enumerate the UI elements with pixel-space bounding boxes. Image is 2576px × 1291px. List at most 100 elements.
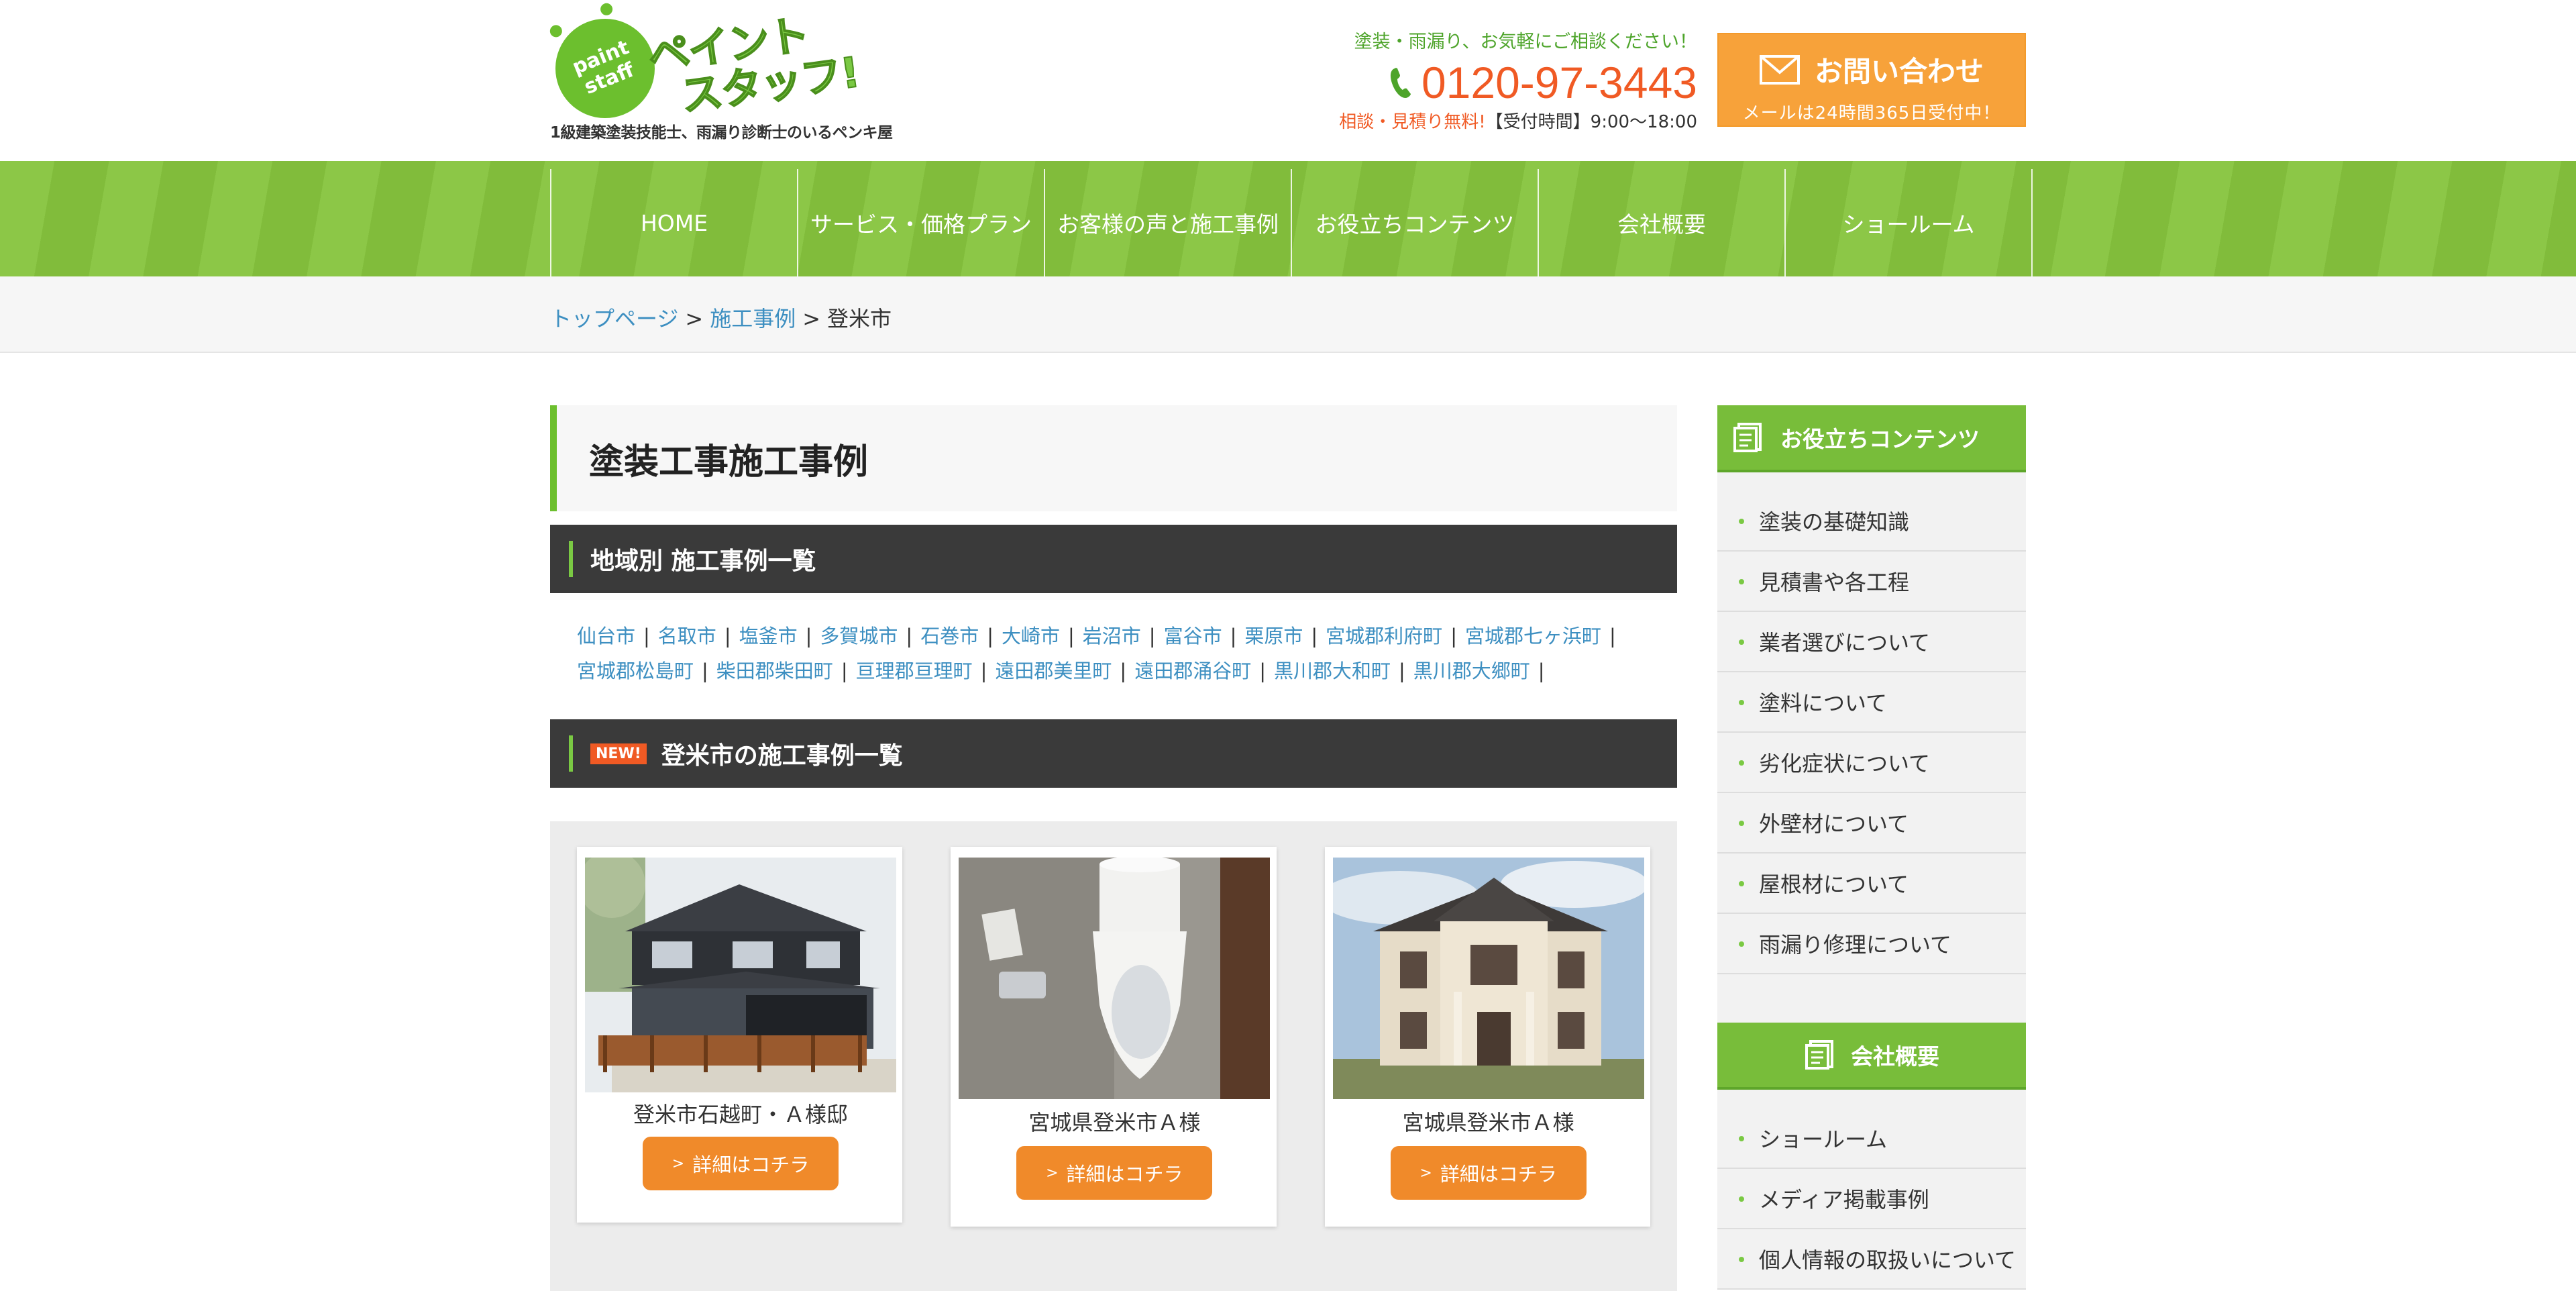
sidebar-item-estimate[interactable]: 見積書や各工程	[1717, 552, 2026, 612]
region-link[interactable]: 石巻市	[920, 625, 979, 648]
case-list-heading-text: 登米市の施工事例一覧	[661, 742, 903, 770]
case-photo[interactable]	[959, 858, 1271, 1099]
region-separator: |	[643, 625, 650, 648]
new-badge: NEW!	[590, 743, 647, 764]
case-detail-button[interactable]: > 詳細はコチラ	[643, 1137, 839, 1190]
nav-home[interactable]: HOME	[550, 169, 797, 276]
phone-number[interactable]: 0120-97-3443	[1315, 58, 1697, 107]
sidebar-company-list: ショールーム メディア掲載事例 個人情報の取扱いについて	[1717, 1090, 2026, 1290]
sidebar-item-basics[interactable]: 塗装の基礎知識	[1717, 491, 2026, 552]
region-separator: |	[1450, 625, 1457, 648]
region-link[interactable]: 黒川郡大和町	[1274, 660, 1391, 682]
sidebar-item-contractor[interactable]: 業者選びについて	[1717, 612, 2026, 672]
breadcrumb-separator: >	[685, 306, 704, 331]
region-separator: |	[980, 660, 987, 682]
breadcrumb: トップページ > 施工事例 > 登米市	[550, 302, 892, 333]
breadcrumb-home[interactable]: トップページ	[550, 306, 678, 331]
regions-heading: 地域別 施工事例一覧	[550, 525, 1677, 593]
nav-services[interactable]: サービス・価格プラン	[797, 169, 1044, 276]
region-separator: |	[805, 625, 812, 648]
region-link[interactable]: 塩釜市	[739, 625, 798, 648]
sidebar-item-privacy[interactable]: 個人情報の取扱いについて	[1717, 1229, 2026, 1290]
sidebar-item-deterioration[interactable]: 劣化症状について	[1717, 733, 2026, 793]
site-logo[interactable]: paint staff ペイント スタッフ! 1級建築塗装技能士、雨漏り診断士の…	[540, 1, 899, 142]
region-link-list: 仙台市 | 名取市 | 塩釜市 | 多賀城市 | 石巻市 | 大崎市 | 岩沼市 | 富谷市 | 栗原市 | 宮城郡…	[550, 593, 1677, 706]
phone-number-text: 0120-97-3443	[1421, 58, 1697, 107]
region-link[interactable]: 亘理郡亘理町	[856, 660, 973, 682]
region-separator: |	[1068, 625, 1075, 648]
contact-hours: 相談・見積り無料!【受付時間】9:00〜18:00	[1315, 108, 1697, 133]
sidebar-item-paint[interactable]: 塗料について	[1717, 672, 2026, 733]
nav-useful[interactable]: お役立ちコンテンツ	[1291, 169, 1538, 276]
breadcrumb-cases[interactable]: 施工事例	[710, 306, 796, 331]
region-link[interactable]: 黒川郡大郷町	[1413, 660, 1530, 682]
region-separator: |	[1259, 660, 1266, 682]
nav-voices[interactable]: お客様の声と施工事例	[1044, 169, 1291, 276]
region-link[interactable]: 岩沼市	[1083, 625, 1141, 648]
region-link[interactable]: 仙台市	[577, 625, 635, 648]
region-link[interactable]: 遠田郡美里町	[995, 660, 1112, 682]
logo-name: ペイント スタッフ!	[645, 6, 863, 122]
breadcrumb-bar: トップページ > 施工事例 > 登米市	[0, 276, 2576, 353]
region-link[interactable]: 栗原市	[1244, 625, 1303, 648]
case-card: 登米市石越町・Ａ様邸 > 詳細はコチラ	[577, 847, 903, 1223]
region-link[interactable]: 宮城郡七ヶ浜町	[1465, 625, 1601, 648]
sidebar-item-leak[interactable]: 雨漏り修理について	[1717, 914, 2026, 974]
free-estimate-text: 相談・見積り無料!	[1339, 112, 1486, 132]
breadcrumb-current: 登米市	[827, 306, 892, 331]
sidebar-useful-list: 塗装の基礎知識 見積書や各工程 業者選びについて 塗料について 劣化症状について…	[1717, 472, 2026, 1023]
case-photo[interactable]	[1332, 858, 1644, 1099]
sidebar-item-media[interactable]: メディア掲載事例	[1717, 1169, 2026, 1229]
sidebar: お役立ちコンテンツ 塗装の基礎知識 見積書や各工程 業者選びについて 塗料につい…	[1717, 405, 2026, 1290]
region-link[interactable]: 遠田郡涌谷町	[1134, 660, 1251, 682]
region-separator: |	[841, 660, 848, 682]
heading-accent-bar	[569, 735, 573, 772]
inquiry-title: お問い合わせ	[1814, 55, 1984, 88]
contact-lead: 塗装・雨漏り、お気軽にご相談ください！	[1354, 32, 1697, 52]
sidebar-item-wall[interactable]: 外壁材について	[1717, 793, 2026, 854]
logo-tagline: 1級建築塗装技能士、雨漏り診断士のいるペンキ屋	[550, 124, 893, 142]
case-title: 宮城県登米市Ａ様	[1028, 1110, 1201, 1135]
business-hours: 【受付時間】9:00〜18:00	[1485, 112, 1697, 132]
sidebar-useful-heading: お役立ちコンテンツ	[1717, 405, 2026, 472]
region-link[interactable]: 名取市	[658, 625, 716, 648]
sidebar-useful-heading-text: お役立ちコンテンツ	[1780, 426, 1980, 452]
region-separator: |	[906, 625, 913, 648]
phone-icon	[1390, 68, 1411, 98]
region-link[interactable]: 柴田郡柴田町	[716, 660, 833, 682]
case-detail-button[interactable]: > 詳細はコチラ	[1390, 1146, 1587, 1200]
main-content: 塗装工事施工事例 地域別 施工事例一覧 仙台市 | 名取市 | 塩釜市 | 多賀城市 | 石巻市…	[550, 405, 1677, 1291]
nav-showroom[interactable]: ショールーム	[1784, 169, 2033, 276]
region-separator: |	[1148, 625, 1156, 648]
case-detail-button[interactable]: > 詳細はコチラ	[1016, 1146, 1213, 1200]
region-separator: |	[1311, 625, 1318, 648]
region-link[interactable]: 富谷市	[1164, 625, 1222, 648]
toilet-photo	[959, 858, 1271, 1099]
inquiry-button[interactable]: お問い合わせ メールは24時間365日受付中！	[1717, 33, 2026, 127]
page-title: 塗装工事施工事例	[589, 442, 869, 482]
region-link[interactable]: 多賀城市	[820, 625, 898, 648]
region-link[interactable]: 宮城郡松島町	[577, 660, 694, 682]
case-title: 登米市石越町・Ａ様邸	[633, 1102, 848, 1127]
chevron-right-icon: >	[1419, 1164, 1432, 1182]
chevron-right-icon: >	[672, 1155, 685, 1172]
region-link[interactable]: 大崎市	[1002, 625, 1060, 648]
region-separator: |	[987, 625, 994, 648]
region-separator: |	[702, 660, 708, 682]
breadcrumb-separator: >	[802, 306, 821, 331]
case-photo[interactable]	[585, 858, 896, 1092]
region-link[interactable]: 宮城郡利府町	[1326, 625, 1442, 648]
case-detail-button-label: 詳細はコチラ	[1066, 1163, 1183, 1186]
site-header: paint staff ペイント スタッフ! 1級建築塗装技能士、雨漏り診断士の…	[0, 0, 2576, 161]
region-separator: |	[1399, 660, 1405, 682]
sidebar-item-roof[interactable]: 屋根材について	[1717, 854, 2026, 914]
document-icon	[1805, 1040, 1833, 1070]
nav-company[interactable]: 会社概要	[1538, 169, 1784, 276]
case-card: 宮城県登米市Ａ様 > 詳細はコチラ	[951, 847, 1277, 1227]
sidebar-item-showroom[interactable]: ショールーム	[1717, 1108, 2026, 1169]
contact-info: 塗装・雨漏り、お気軽にご相談ください！ 0120-97-3443 相談・見積り無…	[1315, 27, 1697, 133]
region-separator: |	[1609, 625, 1616, 648]
regions-heading-text: 地域別 施工事例一覧	[590, 548, 816, 575]
case-detail-button-label: 詳細はコチラ	[692, 1153, 810, 1176]
case-detail-button-label: 詳細はコチラ	[1440, 1163, 1557, 1186]
